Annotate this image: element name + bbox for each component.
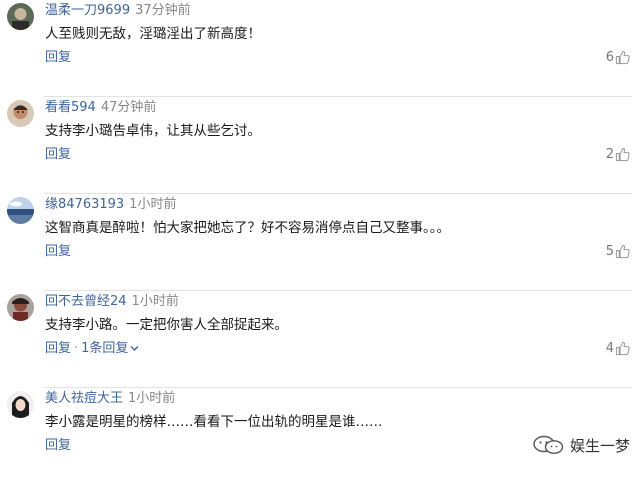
avatar[interactable] <box>7 100 34 127</box>
comment-text: 支持李小路。一定把你害人全部捉起来。 <box>45 317 288 333</box>
comment-time: 1小时前 <box>129 197 177 212</box>
comment-text: 李小露是明星的榜样……看看下一位出轨的明星是谁…… <box>45 414 383 430</box>
chevron-down-icon <box>130 346 139 351</box>
reply-button[interactable]: 回复 <box>45 50 71 65</box>
watermark-text: 娱生一梦 <box>569 436 630 455</box>
comment-list: 温柔一刀9699 37分钟前 人至贱则无敌，淫璐淫出了新高度！ 回复 6 看看59… <box>0 0 640 485</box>
username[interactable]: 美人祛痘大王 <box>45 391 123 406</box>
comment-item: 缘84763193 1小时前 这智商真是醉啦！怕大家把她忘了？好不容易消停点自己又… <box>0 194 640 291</box>
comment-item: 温柔一刀9699 37分钟前 人至贱则无敌，淫璐淫出了新高度！ 回复 6 <box>0 0 640 97</box>
like-count: 5 <box>605 244 614 259</box>
comment-time: 37分钟前 <box>135 3 191 18</box>
like-count: 6 <box>605 50 614 65</box>
comment-time: 47分钟前 <box>100 100 157 115</box>
view-replies-label: 1条回复 <box>81 341 129 356</box>
reply-button[interactable]: 回复 <box>45 147 71 162</box>
avatar[interactable] <box>7 197 34 224</box>
comment-text: 这智商真是醉啦！怕大家把她忘了？好不容易消停点自己又整事。。。 <box>45 220 450 236</box>
thumbs-up-icon[interactable] <box>615 147 630 162</box>
username[interactable]: 回不去曾经24 <box>45 294 127 309</box>
username[interactable]: 看看594 <box>45 100 96 115</box>
reply-button[interactable]: 回复 <box>45 341 71 356</box>
watermark: 娱生一梦 <box>531 432 630 458</box>
reply-button[interactable]: 回复 <box>45 438 71 453</box>
comment-time: 1小时前 <box>131 294 179 309</box>
like-count: 4 <box>605 341 614 356</box>
avatar[interactable] <box>7 294 34 321</box>
thumbs-up-icon[interactable] <box>615 244 630 259</box>
username[interactable]: 温柔一刀9699 <box>45 3 130 18</box>
thumbs-up-icon[interactable] <box>615 341 630 356</box>
reply-button[interactable]: 回复 <box>45 244 71 259</box>
thumbs-up-icon[interactable] <box>615 50 630 65</box>
view-replies-link[interactable]: 1条回复 <box>81 341 139 356</box>
comment-text: 人至贱则无敌，淫璐淫出了新高度！ <box>45 26 261 42</box>
comment-time: 1小时前 <box>128 391 176 406</box>
comment-item: 回不去曾经24 1小时前 支持李小路。一定把你害人全部捉起来。 回复 · 1条回复 4 <box>0 291 640 388</box>
avatar[interactable] <box>7 391 34 418</box>
username[interactable]: 缘84763193 <box>45 197 124 212</box>
like-count: 2 <box>605 147 614 162</box>
separator: · <box>74 341 79 356</box>
avatar[interactable] <box>7 3 34 30</box>
comment-text: 支持李小璐告卓伟，让其从些乞讨。 <box>45 123 261 139</box>
wechat-logo-icon <box>533 435 564 454</box>
comment-item: 看看594 47分钟前 支持李小璐告卓伟，让其从些乞讨。 回复 2 <box>0 97 640 194</box>
